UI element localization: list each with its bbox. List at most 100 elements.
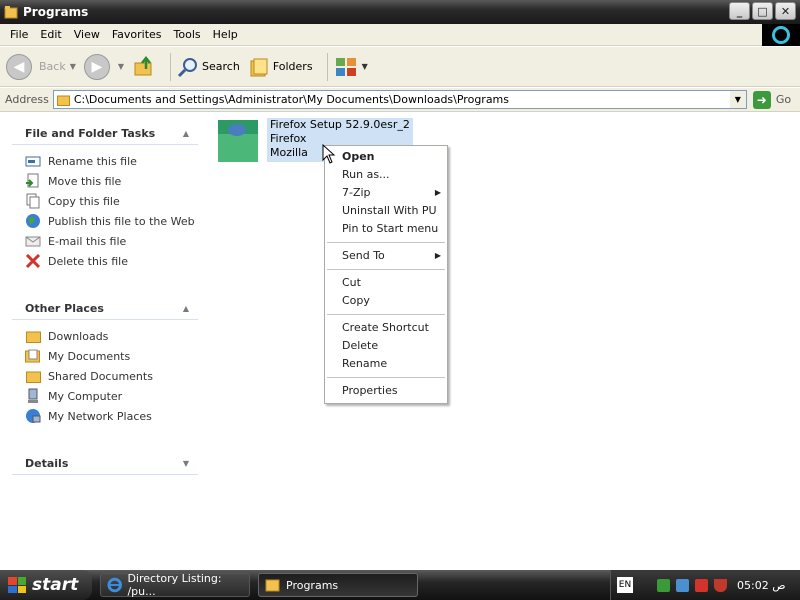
delete-icon — [25, 253, 41, 269]
task-programs[interactable]: Programs — [258, 573, 418, 597]
place-my-documents[interactable]: My Documents — [25, 346, 198, 366]
forward-button[interactable]: ▶ ▼ — [83, 53, 124, 80]
menu-item-pin-to-start[interactable]: Pin to Start menu — [325, 220, 447, 238]
installer-icon — [216, 118, 260, 162]
start-button[interactable]: start — [0, 570, 92, 600]
menu-item-7zip[interactable]: 7-Zip ▶ — [325, 184, 447, 202]
task-label: Programs — [286, 578, 339, 592]
my-documents-icon — [25, 348, 41, 364]
place-label: My Documents — [48, 349, 131, 363]
details-header[interactable]: Details ▼ — [12, 453, 198, 475]
views-dropdown-icon[interactable]: ▼ — [362, 62, 368, 71]
back-button[interactable]: ◀ Back ▼ — [6, 53, 76, 80]
menu-favorites[interactable]: Favorites — [106, 28, 168, 41]
address-label: Address — [5, 93, 49, 106]
back-arrow-icon: ◀ — [6, 53, 32, 80]
system-tray: EN 05:02 ص — [610, 570, 800, 600]
menu-item-open[interactable]: Open — [325, 148, 447, 166]
maximize-button[interactable]: □ — [752, 2, 773, 20]
email-icon — [25, 233, 41, 249]
address-bar: Address C:\Documents and Settings\Admini… — [0, 88, 800, 112]
search-button[interactable]: Search — [177, 56, 240, 78]
folders-icon — [250, 58, 268, 76]
folder-icon — [265, 579, 280, 592]
forward-dropdown-icon[interactable]: ▼ — [118, 62, 124, 71]
antivirus-tray-icon[interactable] — [695, 578, 708, 592]
go-button[interactable]: ➜ Go — [752, 90, 791, 109]
globe-icon — [25, 213, 41, 229]
task-move-file[interactable]: Move this file — [25, 171, 198, 191]
forward-arrow-icon: ▶ — [83, 53, 110, 80]
update-tray-icon[interactable] — [676, 578, 689, 592]
place-label: Downloads — [48, 329, 109, 343]
other-places-header[interactable]: Other Places ▲ — [12, 298, 198, 320]
panel-title: Other Places — [25, 302, 104, 315]
collapse-icon[interactable]: ▲ — [180, 303, 192, 315]
place-label: My Network Places — [48, 409, 152, 423]
menu-item-label: 7-Zip — [342, 186, 371, 199]
place-my-network-places[interactable]: My Network Places — [25, 406, 198, 426]
menu-file[interactable]: File — [4, 28, 34, 41]
task-rename-file[interactable]: Rename this file — [25, 151, 198, 171]
menu-item-properties[interactable]: Properties — [325, 382, 447, 400]
network-tray-icon[interactable] — [657, 578, 670, 592]
security-shield-icon[interactable] — [714, 578, 727, 592]
folders-button[interactable]: Folders — [248, 56, 313, 78]
file-view[interactable]: Firefox Setup 52.9.0esr_2 Firefox Mozill… — [210, 113, 800, 570]
views-icon — [335, 57, 356, 76]
menu-help[interactable]: Help — [207, 28, 244, 41]
file-folder-tasks-header[interactable]: File and Folder Tasks ▲ — [12, 123, 198, 145]
toolbar-separator — [326, 52, 328, 81]
collapse-icon[interactable]: ▲ — [180, 128, 192, 140]
menu-item-run-as[interactable]: Run as... — [325, 166, 447, 184]
move-icon — [25, 173, 41, 189]
place-my-computer[interactable]: My Computer — [25, 386, 198, 406]
views-button[interactable]: ▼ — [334, 56, 368, 78]
task-label: Directory Listing: /pu... — [127, 572, 222, 598]
address-input[interactable]: C:\Documents and Settings\Administrator\… — [52, 90, 747, 109]
menu-separator — [327, 314, 445, 315]
task-copy-file[interactable]: Copy this file — [25, 191, 198, 211]
place-shared-documents[interactable]: Shared Documents — [25, 366, 198, 386]
folder-icon — [56, 95, 70, 106]
menu-item-rename[interactable]: Rename — [325, 355, 447, 373]
expand-icon[interactable]: ▼ — [180, 458, 192, 470]
menu-item-send-to[interactable]: Send To ▶ — [325, 247, 447, 265]
language-indicator[interactable]: EN — [617, 577, 633, 593]
up-folder-button[interactable] — [132, 55, 156, 79]
menu-tools[interactable]: Tools — [168, 28, 207, 41]
menu-edit[interactable]: Edit — [34, 28, 67, 41]
file-description: Firefox — [270, 132, 307, 145]
menu-separator — [327, 242, 445, 243]
address-path: C:\Documents and Settings\Administrator\… — [73, 93, 510, 106]
menu-view[interactable]: View — [68, 28, 106, 41]
panel-title: Details — [25, 457, 69, 470]
task-label: Rename this file — [48, 154, 137, 168]
menu-item-create-shortcut[interactable]: Create Shortcut — [325, 319, 447, 337]
window-titlebar[interactable]: Programs _ □ ✕ — [0, 0, 800, 24]
task-directory-listing[interactable]: Directory Listing: /pu... — [100, 572, 250, 598]
windows-flag-icon — [8, 577, 26, 593]
minimize-button[interactable]: _ — [729, 2, 750, 20]
place-downloads[interactable]: Downloads — [25, 326, 198, 346]
close-button[interactable]: ✕ — [775, 2, 796, 20]
menu-item-uninstall-with-pu[interactable]: Uninstall With PU — [325, 202, 447, 220]
submenu-arrow-icon: ▶ — [434, 251, 441, 260]
task-publish-web[interactable]: Publish this file to the Web — [25, 211, 198, 231]
copy-icon — [25, 193, 41, 209]
menu-item-cut[interactable]: Cut — [325, 274, 447, 292]
panel-title: File and Folder Tasks — [25, 127, 156, 140]
task-email-file[interactable]: E-mail this file — [25, 231, 198, 251]
menu-item-delete[interactable]: Delete — [325, 337, 447, 355]
go-arrow-icon: ➜ — [752, 90, 771, 109]
task-label: Delete this file — [48, 254, 128, 268]
mouse-cursor-icon — [322, 144, 336, 164]
task-delete-file[interactable]: Delete this file — [25, 251, 198, 271]
clock[interactable]: 05:02 ص — [737, 579, 786, 592]
toolbar: ◀ Back ▼ ▶ ▼ Search Folders ▼ — [0, 47, 800, 87]
menu-item-copy[interactable]: Copy — [325, 292, 447, 310]
address-dropdown-icon[interactable]: ▼ — [729, 91, 746, 108]
search-label: Search — [202, 60, 240, 73]
windows-logo — [762, 24, 800, 46]
back-dropdown-icon[interactable]: ▼ — [70, 62, 76, 71]
